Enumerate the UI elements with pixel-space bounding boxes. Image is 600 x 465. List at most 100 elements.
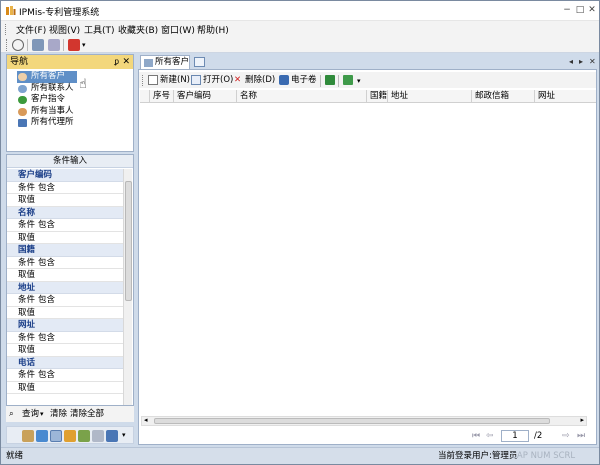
pin-icon[interactable]: ᵱ xyxy=(115,55,119,69)
chevron-down-icon[interactable]: ▾ xyxy=(122,431,126,439)
condition-group-title[interactable]: 地址 xyxy=(7,282,125,295)
menu-view[interactable]: 视图(V) xyxy=(49,23,80,36)
pencil-icon[interactable] xyxy=(64,430,76,442)
search-icon[interactable]: ⌕ xyxy=(9,406,14,422)
prev-page-icon[interactable]: ⇦ xyxy=(486,431,494,441)
close-button[interactable]: ✕ xyxy=(586,5,598,16)
value-label: 取值 xyxy=(18,383,35,393)
condition-row[interactable]: 条件包含 xyxy=(7,369,125,382)
nav-item-label: 客户指令 xyxy=(31,94,65,104)
maximize-button[interactable]: □ xyxy=(574,5,586,16)
delete-button[interactable]: 删除(D) xyxy=(245,74,275,86)
network-icon[interactable] xyxy=(32,39,44,51)
tab-all-customers[interactable]: 所有客户 xyxy=(140,55,190,69)
scrollbar-thumb[interactable] xyxy=(125,181,132,301)
condition-group-title[interactable]: 名称 xyxy=(7,207,125,220)
condition-operator[interactable]: 包含 xyxy=(38,219,55,232)
menubar-grip[interactable] xyxy=(5,24,7,35)
condition-operator[interactable]: 包含 xyxy=(38,257,55,270)
nav-item-all-agencies[interactable]: 所有代理所 xyxy=(7,117,133,129)
customer-grid: 序号 客户编码 名称 国籍 地址 邮政信箱 网址 xyxy=(140,90,596,420)
chevron-down-icon[interactable]: ▾ xyxy=(357,77,361,85)
first-page-icon[interactable]: ⏮ xyxy=(472,431,480,441)
ecard-button[interactable]: 电子卷 xyxy=(291,74,317,86)
menu-file[interactable]: 文件(F) xyxy=(16,23,46,36)
nav-panel: 导航 ᵱ ✕ 所有客户 所有联系人 客户指令 所有当事人 所有代理所 ☝ xyxy=(6,54,134,152)
scroll-left-icon[interactable]: ◂ xyxy=(569,57,573,66)
condition-operator[interactable]: 包含 xyxy=(38,369,55,382)
condition-group: 网址 条件包含 取值 xyxy=(7,319,125,357)
chevron-down-icon[interactable]: ▾ xyxy=(40,406,44,422)
new-tab-icon[interactable] xyxy=(194,57,205,67)
new-button[interactable]: 新建(N) xyxy=(160,74,190,86)
value-row[interactable]: 取值 xyxy=(7,269,125,282)
condition-group-title[interactable]: 国籍 xyxy=(7,244,125,257)
database-icon[interactable] xyxy=(36,430,48,442)
last-page-icon[interactable]: ⏭ xyxy=(577,431,585,441)
condition-group-title[interactable]: 电话 xyxy=(7,357,125,370)
condition-row[interactable]: 条件包含 xyxy=(7,182,125,195)
value-row[interactable]: 取值 xyxy=(7,344,125,357)
search-icon[interactable] xyxy=(12,39,24,51)
condition-row[interactable]: 条件包含 xyxy=(7,257,125,270)
column-header-customer-code[interactable]: 客户编码 xyxy=(174,90,237,103)
scroll-left-icon[interactable]: ◂ xyxy=(144,416,148,424)
page-input[interactable]: 1 xyxy=(501,430,529,442)
nav-item-all-contacts[interactable]: 所有联系人 xyxy=(7,83,133,95)
condition-operator[interactable]: 包含 xyxy=(38,294,55,307)
clear-all-button[interactable]: 清除全部 xyxy=(70,406,104,422)
nav-close-icon[interactable]: ✕ xyxy=(122,55,130,69)
menu-favorites[interactable]: 收藏夹(B) xyxy=(118,23,158,36)
condition-group-title[interactable]: 网址 xyxy=(7,319,125,332)
toolbar-grip[interactable] xyxy=(6,39,7,51)
condition-row[interactable]: 条件包含 xyxy=(7,294,125,307)
exit-icon[interactable] xyxy=(68,39,80,51)
condition-row[interactable]: 条件包含 xyxy=(7,219,125,232)
nav-item-all-parties[interactable]: 所有当事人 xyxy=(7,106,133,118)
clear-button[interactable]: 清除 xyxy=(50,406,67,422)
query-bar: ⌕ 查询 ▾ 清除 清除全部 xyxy=(6,406,134,422)
menu-window[interactable]: 窗口(W) xyxy=(161,23,195,36)
tree-icon[interactable] xyxy=(78,430,90,442)
condition-panel: 条件输入 客户编码 条件包含 取值 名称 条件包含 取值 国籍 条件包含 取值 … xyxy=(6,154,134,406)
close-tab-icon[interactable]: ✕ xyxy=(589,57,596,66)
scroll-right-icon[interactable]: ▸ xyxy=(579,57,583,66)
menu-tools[interactable]: 工具(T) xyxy=(84,23,115,36)
horizontal-scrollbar[interactable]: ◂ ▸ xyxy=(141,416,587,426)
nav-item-all-customers[interactable]: 所有客户 xyxy=(17,71,77,83)
app-logo-icon xyxy=(5,5,16,16)
users-icon[interactable] xyxy=(48,39,60,51)
condition-scrollbar[interactable] xyxy=(123,169,132,406)
column-header-nationality[interactable]: 国籍 xyxy=(367,90,388,103)
condition-operator[interactable]: 包含 xyxy=(38,332,55,345)
nav-item-customer-instructions[interactable]: 客户指令 xyxy=(7,94,133,106)
toolbar-grip[interactable] xyxy=(142,75,143,86)
value-row[interactable]: 取值 xyxy=(7,307,125,320)
column-header-name[interactable]: 名称 xyxy=(237,90,367,103)
open-icon xyxy=(191,75,201,85)
next-page-icon[interactable]: ⇨ xyxy=(562,431,570,441)
scrollbar-thumb[interactable] xyxy=(154,418,550,424)
condition-group-title[interactable]: 客户编码 xyxy=(7,169,125,182)
column-header-address[interactable]: 地址 xyxy=(388,90,472,103)
column-header-po-box[interactable]: 邮政信箱 xyxy=(472,90,535,103)
condition-operator[interactable]: 包含 xyxy=(38,182,55,195)
scroll-right-icon[interactable]: ▸ xyxy=(580,416,584,424)
chevron-down-icon[interactable]: ▾ xyxy=(82,41,86,49)
value-row[interactable]: 取值 xyxy=(7,382,125,395)
query-button[interactable]: 查询 xyxy=(22,406,39,422)
folder-icon[interactable] xyxy=(22,430,34,442)
window-icon[interactable] xyxy=(106,430,118,442)
menu-help[interactable]: 帮助(H) xyxy=(197,23,229,36)
minimize-button[interactable]: − xyxy=(561,5,573,16)
column-header-index[interactable]: 序号 xyxy=(150,90,174,103)
condition-row[interactable]: 条件包含 xyxy=(7,332,125,345)
column-header-website[interactable]: 网址 xyxy=(535,90,596,103)
value-row[interactable]: 取值 xyxy=(7,232,125,245)
tools-icon[interactable] xyxy=(92,430,104,442)
customers-icon[interactable] xyxy=(50,430,62,442)
value-row[interactable]: 取值 xyxy=(7,194,125,207)
open-button[interactable]: 打开(O) xyxy=(203,74,233,86)
excel-export-icon[interactable] xyxy=(325,75,335,85)
excel-import-icon[interactable] xyxy=(343,75,353,85)
